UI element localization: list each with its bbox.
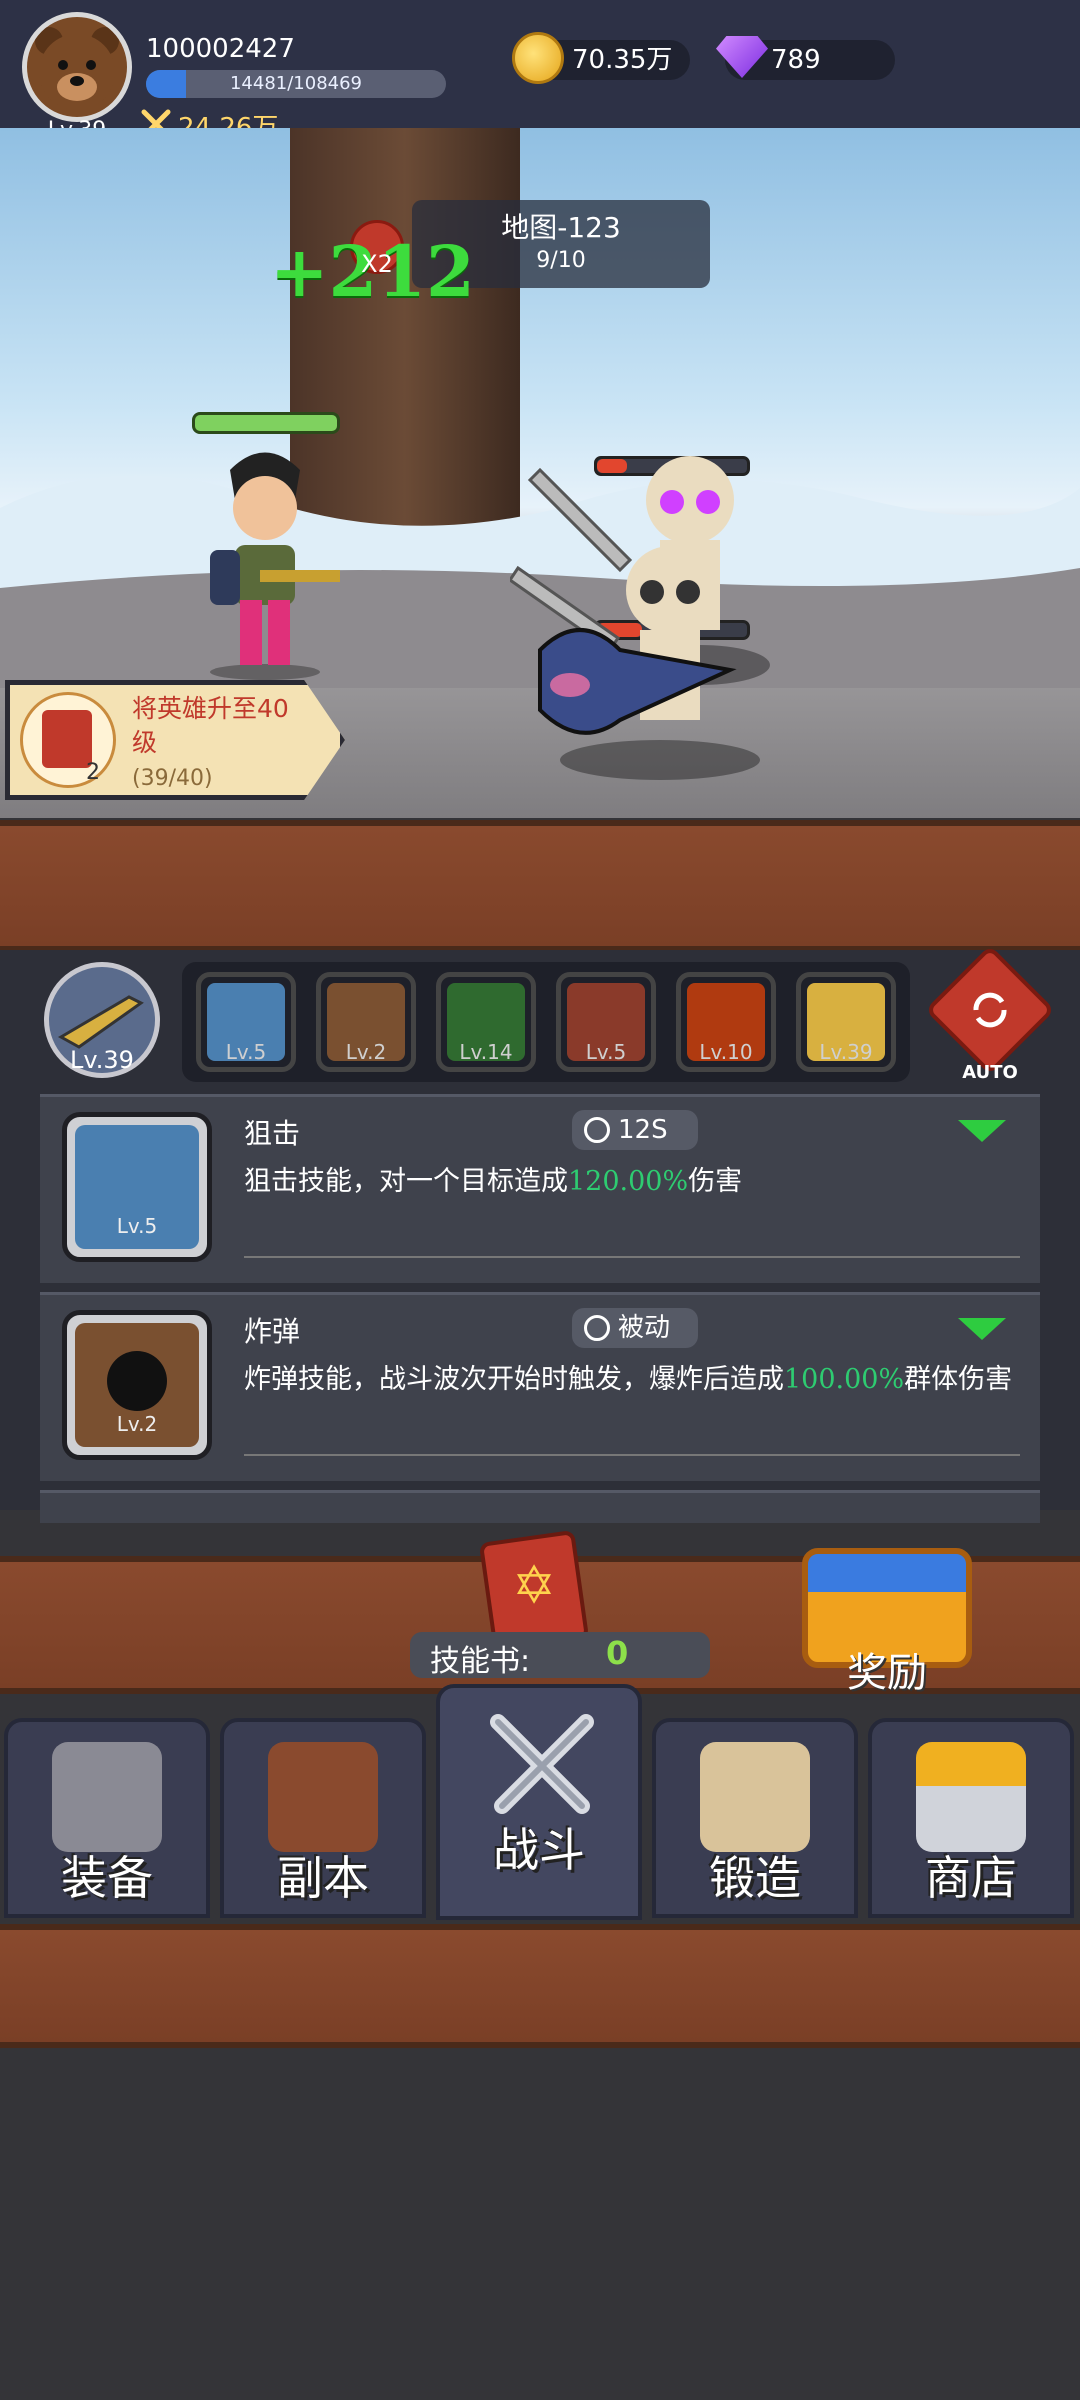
nav-label: 商店 <box>925 1851 1017 1905</box>
quest-reward-count: 2 <box>86 760 100 785</box>
auto-label: AUTO <box>962 1062 1018 1083</box>
crossed-swords-icon <box>490 1714 594 1814</box>
skill-slot-level: Lv.2 <box>345 1040 387 1064</box>
wood-divider <box>0 1924 1080 2048</box>
bomb-skill-icon <box>62 1310 212 1460</box>
nav-tab-shop[interactable]: 商店 <box>868 1718 1074 1918</box>
skill-icon-level: Lv.5 <box>116 1214 158 1238</box>
clock-icon <box>584 1117 610 1143</box>
skill-description: 炸弹技能，战斗波次开始时触发，爆炸后造成100.00%群体伤害 <box>244 1364 1013 1395</box>
nav-tab-forge[interactable]: 锻造 <box>652 1718 858 1918</box>
speed-multiplier: X2 <box>361 250 393 278</box>
skill-name: 狙击 <box>244 1117 301 1150</box>
empty-area <box>0 2048 1080 2400</box>
wood-divider <box>0 820 1080 952</box>
sword-shield-icon <box>268 1742 378 1852</box>
nav-label: 锻造 <box>709 1851 801 1905</box>
hero-character <box>210 452 340 680</box>
gold-coin-icon <box>512 32 564 84</box>
nav-label: 战斗 <box>493 1823 585 1877</box>
weapon-level: Lv.39 <box>70 1046 134 1074</box>
reward-label: 奖励 <box>847 1650 927 1696</box>
skill-slot-level: Lv.14 <box>459 1040 513 1064</box>
skill-card[interactable] <box>40 1490 1040 1523</box>
hero-hp-bar <box>192 412 340 434</box>
exp-text: 14481/108469 <box>229 73 363 94</box>
player-avatar[interactable] <box>22 12 132 122</box>
exp-bar: 14481/108469 <box>146 70 446 98</box>
player-id: 100002427 <box>146 34 295 64</box>
skill-book-count: 0 <box>606 1634 629 1672</box>
shop-icon <box>916 1742 1026 1852</box>
nav-tab-dungeon[interactable]: 副本 <box>220 1718 426 1918</box>
skill-cooldown-badge: 12S <box>572 1110 698 1150</box>
skill-slot-level: Lv.10 <box>699 1040 753 1064</box>
bear-icon <box>35 27 119 110</box>
skeleton-enemies <box>510 456 770 780</box>
skill-book-icon <box>42 710 92 768</box>
skill-description: 狙击技能，对一个目标造成120.00%伤害 <box>244 1166 743 1197</box>
expand-arrow-icon[interactable] <box>958 1120 1006 1142</box>
quest-progress: (39/40) <box>132 766 213 791</box>
skill-icon-level: Lv.2 <box>116 1412 158 1436</box>
skill-name: 炸弹 <box>244 1315 301 1348</box>
nav-tab-battle[interactable]: 战斗 <box>436 1684 642 1920</box>
gem-amount: 789 <box>771 45 821 75</box>
skill-slot-level: Lv.5 <box>585 1040 627 1064</box>
skill-cooldown-badge: 被动 <box>572 1308 698 1348</box>
skill-cooldown: 12S <box>618 1115 668 1145</box>
nav-tab-equipment[interactable]: 装备 <box>4 1718 210 1918</box>
skill-cooldown: 被动 <box>618 1313 671 1343</box>
snipe-skill-icon <box>62 1112 212 1262</box>
expand-arrow-icon[interactable] <box>958 1318 1006 1340</box>
skill-slot-level: Lv.39 <box>819 1040 873 1064</box>
star-icon: ✡ <box>512 1556 556 1616</box>
nav-label: 副本 <box>277 1851 369 1905</box>
clock-icon <box>584 1315 610 1341</box>
divider <box>244 1256 1020 1258</box>
scroll-hammer-icon <box>700 1742 810 1852</box>
skill-slot-level: Lv.5 <box>225 1040 267 1064</box>
helmet-icon <box>52 1742 162 1852</box>
divider <box>244 1454 1020 1456</box>
quest-title: 将英雄升至40级 <box>132 694 289 757</box>
gold-amount: 70.35万 <box>572 45 673 75</box>
nav-label: 装备 <box>61 1851 153 1905</box>
skill-book-label: 技能书: <box>430 1644 531 1679</box>
refresh-icon <box>973 992 1007 1028</box>
